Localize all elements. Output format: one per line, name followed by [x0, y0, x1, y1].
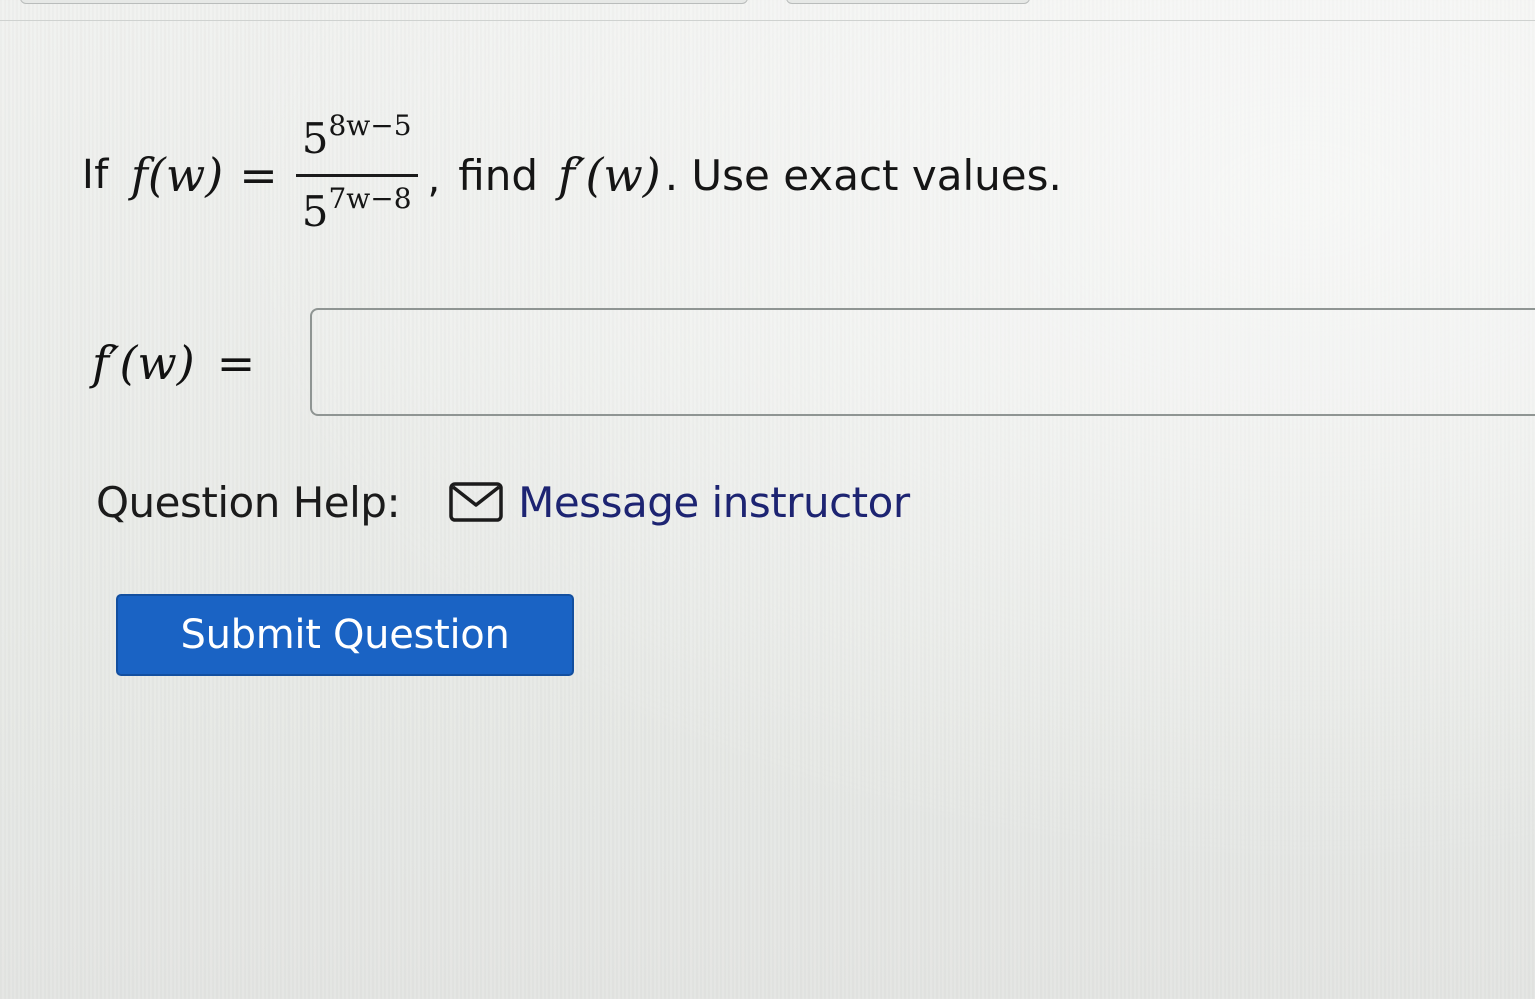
question-fraction: 58w−5 57w−8: [295, 111, 418, 233]
answer-input[interactable]: [310, 308, 1535, 416]
top-panels: [0, 0, 1535, 22]
question-help-label: Question Help:: [96, 477, 401, 527]
top-panel-right: [786, 0, 1030, 4]
question-tail: . Use exact values.: [664, 150, 1062, 200]
answer-label: f′(w): [92, 336, 195, 390]
message-instructor-link[interactable]: Message instructor: [448, 477, 910, 527]
question-equals: =: [239, 148, 278, 202]
numerator-exponent: 8w−5: [328, 108, 412, 142]
denominator-exponent: 7w−8: [328, 181, 412, 215]
question-comma: ,: [427, 156, 441, 202]
fraction-denominator: 57w−8: [296, 177, 418, 233]
answer-equals: =: [216, 336, 256, 390]
envelope-icon: [449, 482, 503, 522]
top-panel-left: [20, 0, 748, 4]
question-help: Question Help: Message instructor: [96, 470, 910, 534]
question-target: f′(w): [557, 148, 661, 202]
denominator-base: 5: [301, 186, 329, 236]
top-divider: [0, 20, 1535, 21]
submit-question-button[interactable]: Submit Question: [116, 594, 574, 676]
message-instructor-text: Message instructor: [518, 477, 910, 527]
numerator-base: 5: [301, 113, 329, 163]
fraction-numerator: 58w−5: [296, 111, 418, 174]
question-function-lhs: f(w): [130, 148, 224, 202]
question-if: If: [82, 152, 109, 198]
answer-label-row: f′(w) =: [92, 308, 255, 418]
question-text: If f(w) = 58w−5 57w−8 , find f′(w) . Use…: [82, 100, 1062, 250]
question-find: find: [458, 150, 538, 200]
